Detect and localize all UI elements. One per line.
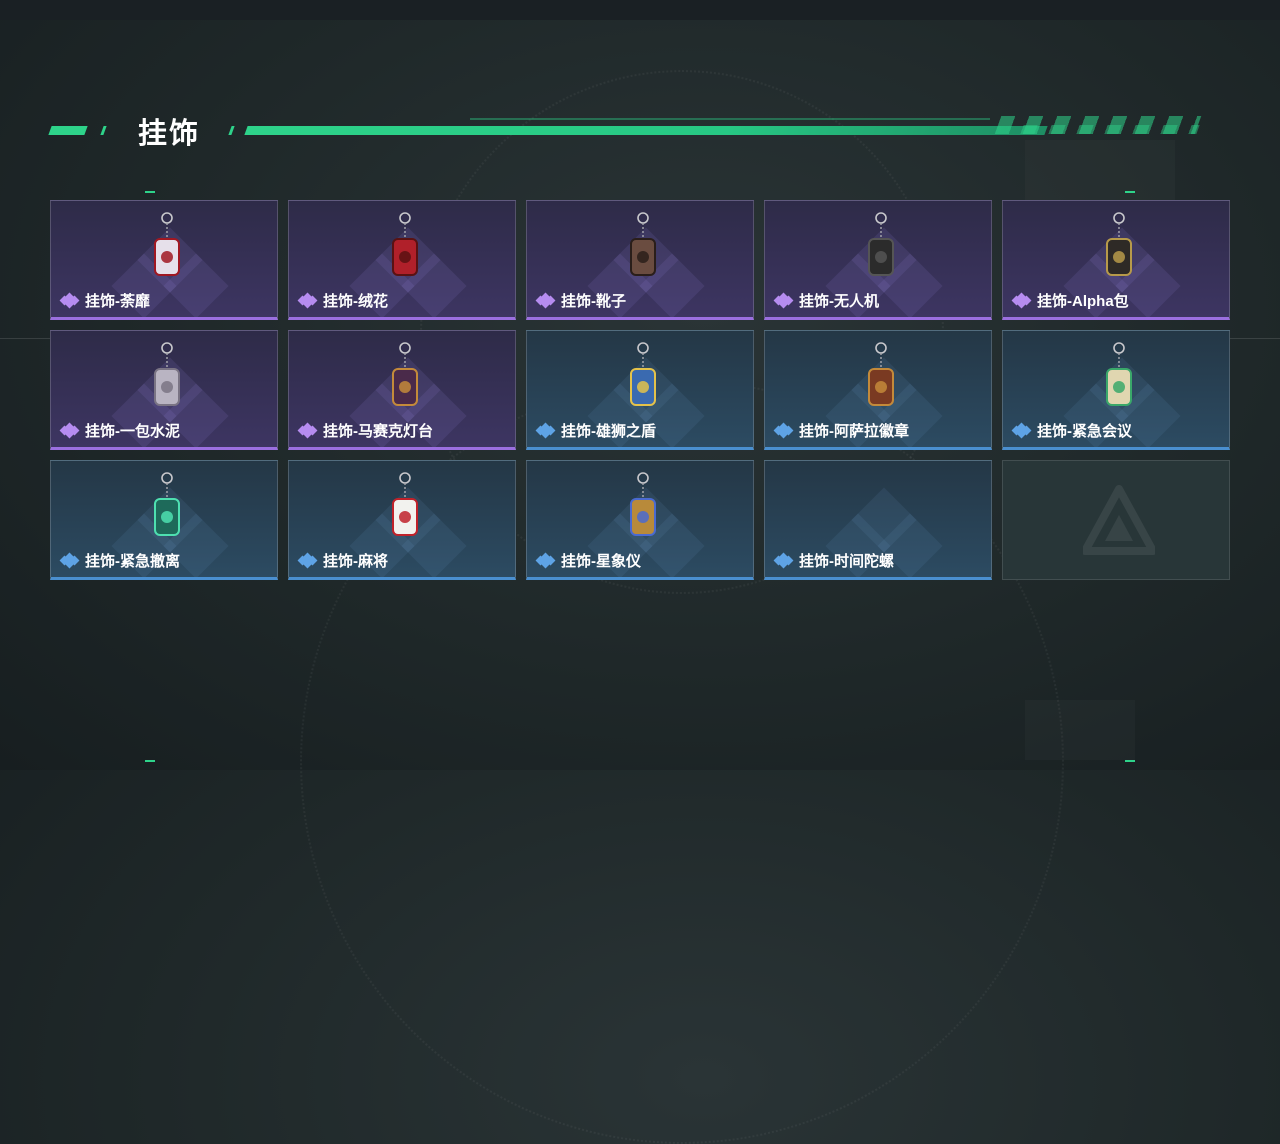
- delta-force-logo-icon: [1081, 485, 1157, 555]
- side-divider-left: [0, 338, 50, 339]
- charm-card[interactable]: 挂饰-靴子: [526, 200, 754, 320]
- rarity-diamond-icon: [773, 422, 797, 438]
- empty-slot: [1002, 460, 1230, 580]
- rarity-diamond-icon: [297, 292, 321, 308]
- corner-marker: [145, 191, 155, 193]
- top-strip: [0, 0, 1280, 20]
- charm-card[interactable]: 挂饰-阿萨拉徽章: [764, 330, 992, 450]
- charm-card[interactable]: 挂饰-马赛克灯台: [288, 330, 516, 450]
- charm-name: 挂饰-靴子: [561, 293, 626, 310]
- corner-marker: [145, 760, 155, 762]
- charm-label: 挂饰-紧急会议: [1011, 420, 1132, 441]
- rarity-diamond-icon: [535, 422, 559, 438]
- rarity-diamond-icon: [535, 292, 559, 308]
- header-accent-bar: [100, 126, 107, 135]
- corner-marker: [1125, 191, 1135, 193]
- charm-card[interactable]: 挂饰-荼靡: [50, 200, 278, 320]
- drone-charm-icon: [859, 211, 903, 289]
- rarity-diamond-icon: [59, 292, 83, 308]
- emergency-evac-charm-icon: [145, 471, 189, 549]
- charm-label: 挂饰-紧急撤离: [59, 550, 180, 571]
- background-panel: [1025, 700, 1135, 760]
- charm-label: 挂饰-Alpha包: [1011, 290, 1129, 311]
- charm-card[interactable]: 挂饰-一包水泥: [50, 330, 278, 450]
- header-thin-line: [470, 118, 990, 120]
- charm-label: 挂饰-荼靡: [59, 290, 150, 311]
- charm-name: 挂饰-时间陀螺: [799, 553, 894, 570]
- charm-label: 挂饰-一包水泥: [59, 420, 180, 441]
- charm-name: 挂饰-阿萨拉徽章: [799, 423, 909, 440]
- charm-grid: 挂饰-荼靡 挂饰-绒花 挂饰-靴子 挂饰-无人机 挂饰-Alpha包 挂饰-一包水泥 挂饰-…: [50, 200, 1230, 580]
- rarity-diamond-icon: [297, 422, 321, 438]
- charm-label: 挂饰-无人机: [773, 290, 879, 311]
- charm-name: 挂饰-紧急会议: [1037, 423, 1132, 440]
- cement-bag-charm-icon: [145, 341, 189, 419]
- asala-badge-charm-icon: [859, 341, 903, 419]
- rarity-diamond-icon: [59, 552, 83, 568]
- charm-label: 挂饰-马赛克灯台: [297, 420, 433, 441]
- charm-label: 挂饰-星象仪: [535, 550, 641, 571]
- side-divider-right: [1230, 338, 1280, 339]
- header-checker-pattern: [1006, 125, 1200, 134]
- charm-card[interactable]: 挂饰-紧急撤离: [50, 460, 278, 580]
- flower-skull-charm-icon: [145, 211, 189, 289]
- header-accent-bar: [228, 126, 235, 135]
- mahjong-tile-charm-icon: [383, 471, 427, 549]
- charm-card[interactable]: 挂饰-无人机: [764, 200, 992, 320]
- rarity-diamond-icon: [1011, 292, 1035, 308]
- rarity-diamond-icon: [297, 552, 321, 568]
- red-rose-charm-icon: [383, 211, 427, 289]
- charm-label: 挂饰-阿萨拉徽章: [773, 420, 909, 441]
- charm-name: 挂饰-无人机: [799, 293, 879, 310]
- charm-card[interactable]: 挂饰-麻将: [288, 460, 516, 580]
- charm-name: 挂饰-一包水泥: [85, 423, 180, 440]
- charm-label: 挂饰-雄狮之盾: [535, 420, 656, 441]
- section-header: 挂饰: [48, 100, 1210, 160]
- section-title: 挂饰: [138, 118, 201, 150]
- header-accent-bar: [48, 126, 88, 135]
- corner-marker: [1125, 760, 1135, 762]
- boot-charm-icon: [621, 211, 665, 289]
- charm-label: 挂饰-靴子: [535, 290, 626, 311]
- rarity-diamond-icon: [773, 552, 797, 568]
- charm-card[interactable]: 挂饰-雄狮之盾: [526, 330, 754, 450]
- rarity-diamond-icon: [535, 552, 559, 568]
- charm-label: 挂饰-时间陀螺: [773, 550, 894, 571]
- charm-name: 挂饰-Alpha包: [1037, 293, 1129, 310]
- charm-name: 挂饰-马赛克灯台: [323, 423, 433, 440]
- charm-card[interactable]: 挂饰-Alpha包: [1002, 200, 1230, 320]
- rarity-diamond-icon: [773, 292, 797, 308]
- charm-name: 挂饰-星象仪: [561, 553, 641, 570]
- charm-name: 挂饰-麻将: [323, 553, 388, 570]
- charm-name: 挂饰-雄狮之盾: [561, 423, 656, 440]
- charm-card[interactable]: 挂饰-时间陀螺: [764, 460, 992, 580]
- charm-name: 挂饰-荼靡: [85, 293, 150, 310]
- rarity-diamond-icon: [59, 422, 83, 438]
- header-accent-line: [244, 126, 1048, 135]
- charm-card[interactable]: 挂饰-星象仪: [526, 460, 754, 580]
- charm-name: 挂饰-紧急撤离: [85, 553, 180, 570]
- charm-name: 挂饰-绒花: [323, 293, 388, 310]
- charm-card[interactable]: 挂饰-绒花: [288, 200, 516, 320]
- rarity-diamond-icon: [1011, 422, 1035, 438]
- lion-shield-charm-icon: [621, 341, 665, 419]
- charm-label: 挂饰-绒花: [297, 290, 388, 311]
- charm-label: 挂饰-麻将: [297, 550, 388, 571]
- mosaic-lamp-charm-icon: [383, 341, 427, 419]
- alpha-bag-charm-icon: [1097, 211, 1141, 289]
- astrolabe-charm-icon: [621, 471, 665, 549]
- emergency-meeting-charm-icon: [1097, 341, 1141, 419]
- charm-card[interactable]: 挂饰-紧急会议: [1002, 330, 1230, 450]
